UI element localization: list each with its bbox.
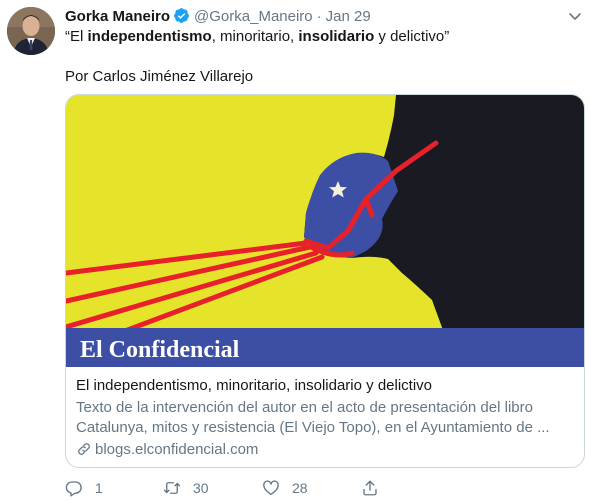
- link-icon: [76, 441, 92, 463]
- author-handle[interactable]: @Gorka_Maneiro: [194, 8, 313, 25]
- retweet-button[interactable]: 30: [163, 478, 209, 498]
- card-description: Texto de la intervención del autor en el…: [76, 399, 550, 436]
- card-body[interactable]: El independentismo, minoritario, insolid…: [76, 376, 576, 463]
- chevron-down-icon[interactable]: [567, 8, 583, 24]
- retweet-count: 30: [193, 480, 209, 496]
- tweet-text: “El independentismo, minoritario, insoli…: [65, 27, 565, 87]
- card-domain[interactable]: blogs.elconfidencial.com: [95, 441, 258, 458]
- quote-bold-insolidario: insolidario: [298, 28, 375, 45]
- quote-part: , minoritario,: [211, 28, 299, 45]
- quote-part: y delictivo”: [374, 28, 450, 45]
- like-icon: [263, 480, 279, 496]
- link-card[interactable]: El Confidencial El independentismo, mino…: [65, 94, 585, 468]
- quote-part: “El: [65, 28, 88, 45]
- avatar-photo: [7, 7, 55, 55]
- reply-count: 1: [95, 480, 103, 496]
- card-title[interactable]: El independentismo, minoritario, insolid…: [76, 376, 576, 396]
- tweet-date[interactable]: Jan 29: [326, 8, 371, 25]
- author-name[interactable]: Gorka Maneiro: [65, 8, 170, 25]
- tweet-actions: 1 30 28: [65, 478, 565, 498]
- tweet-quote: “El independentismo, minoritario, insoli…: [65, 27, 565, 47]
- tweet-byline: Por Carlos Jiménez Villarejo: [65, 68, 254, 85]
- quote-bold-independentismo: independentismo: [87, 28, 212, 45]
- like-button[interactable]: 28: [262, 478, 308, 498]
- masthead-text: El Confidencial: [80, 337, 240, 363]
- tweet: Gorka Maneiro @Gorka_Maneiro · Jan 29 “El i…: [0, 0, 589, 500]
- reply-icon: [65, 481, 82, 497]
- tweet-header: Gorka Maneiro @Gorka_Maneiro · Jan 29: [65, 7, 589, 27]
- avatar[interactable]: [7, 7, 55, 55]
- retweet-icon: [163, 482, 181, 494]
- like-count: 28: [292, 480, 308, 496]
- share-icon: [363, 480, 377, 496]
- card-image[interactable]: El Confidencial: [66, 95, 584, 367]
- card-domain-row: blogs.elconfidencial.com: [76, 440, 576, 463]
- separator-dot: ·: [316, 8, 322, 25]
- reply-button[interactable]: 1: [65, 478, 103, 498]
- share-button[interactable]: [361, 478, 379, 498]
